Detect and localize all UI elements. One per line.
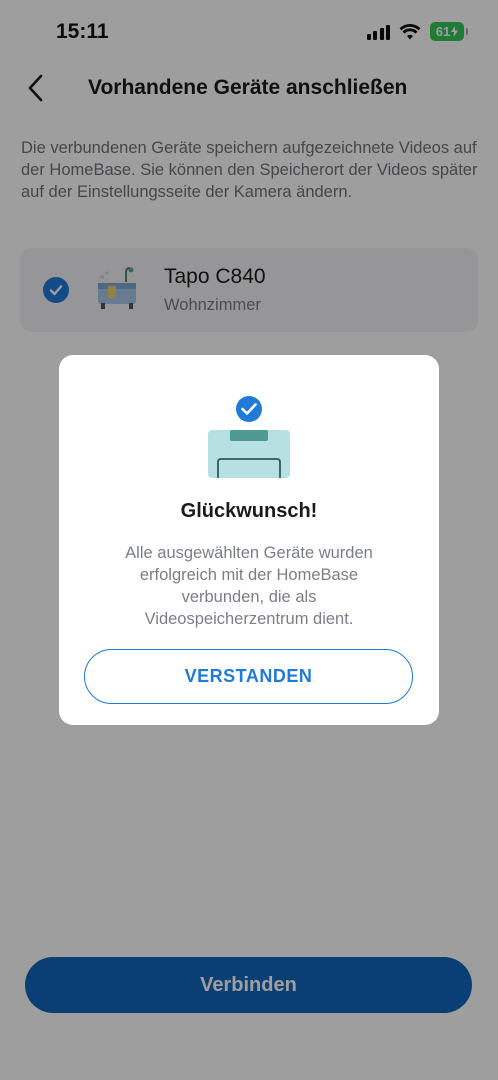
homebase-success-icon [208,396,290,478]
app-screen: 15:11 61 Vorhandene Geräte anschließen D… [0,0,498,1080]
success-dialog: Glückwunsch! Alle ausgewählten Geräte wu… [59,355,439,725]
understood-button[interactable]: VERSTANDEN [84,649,413,704]
dialog-title: Glückwunsch! [180,500,318,522]
dialog-message: Alle ausgewählten Geräte wurden erfolgre… [125,544,373,628]
